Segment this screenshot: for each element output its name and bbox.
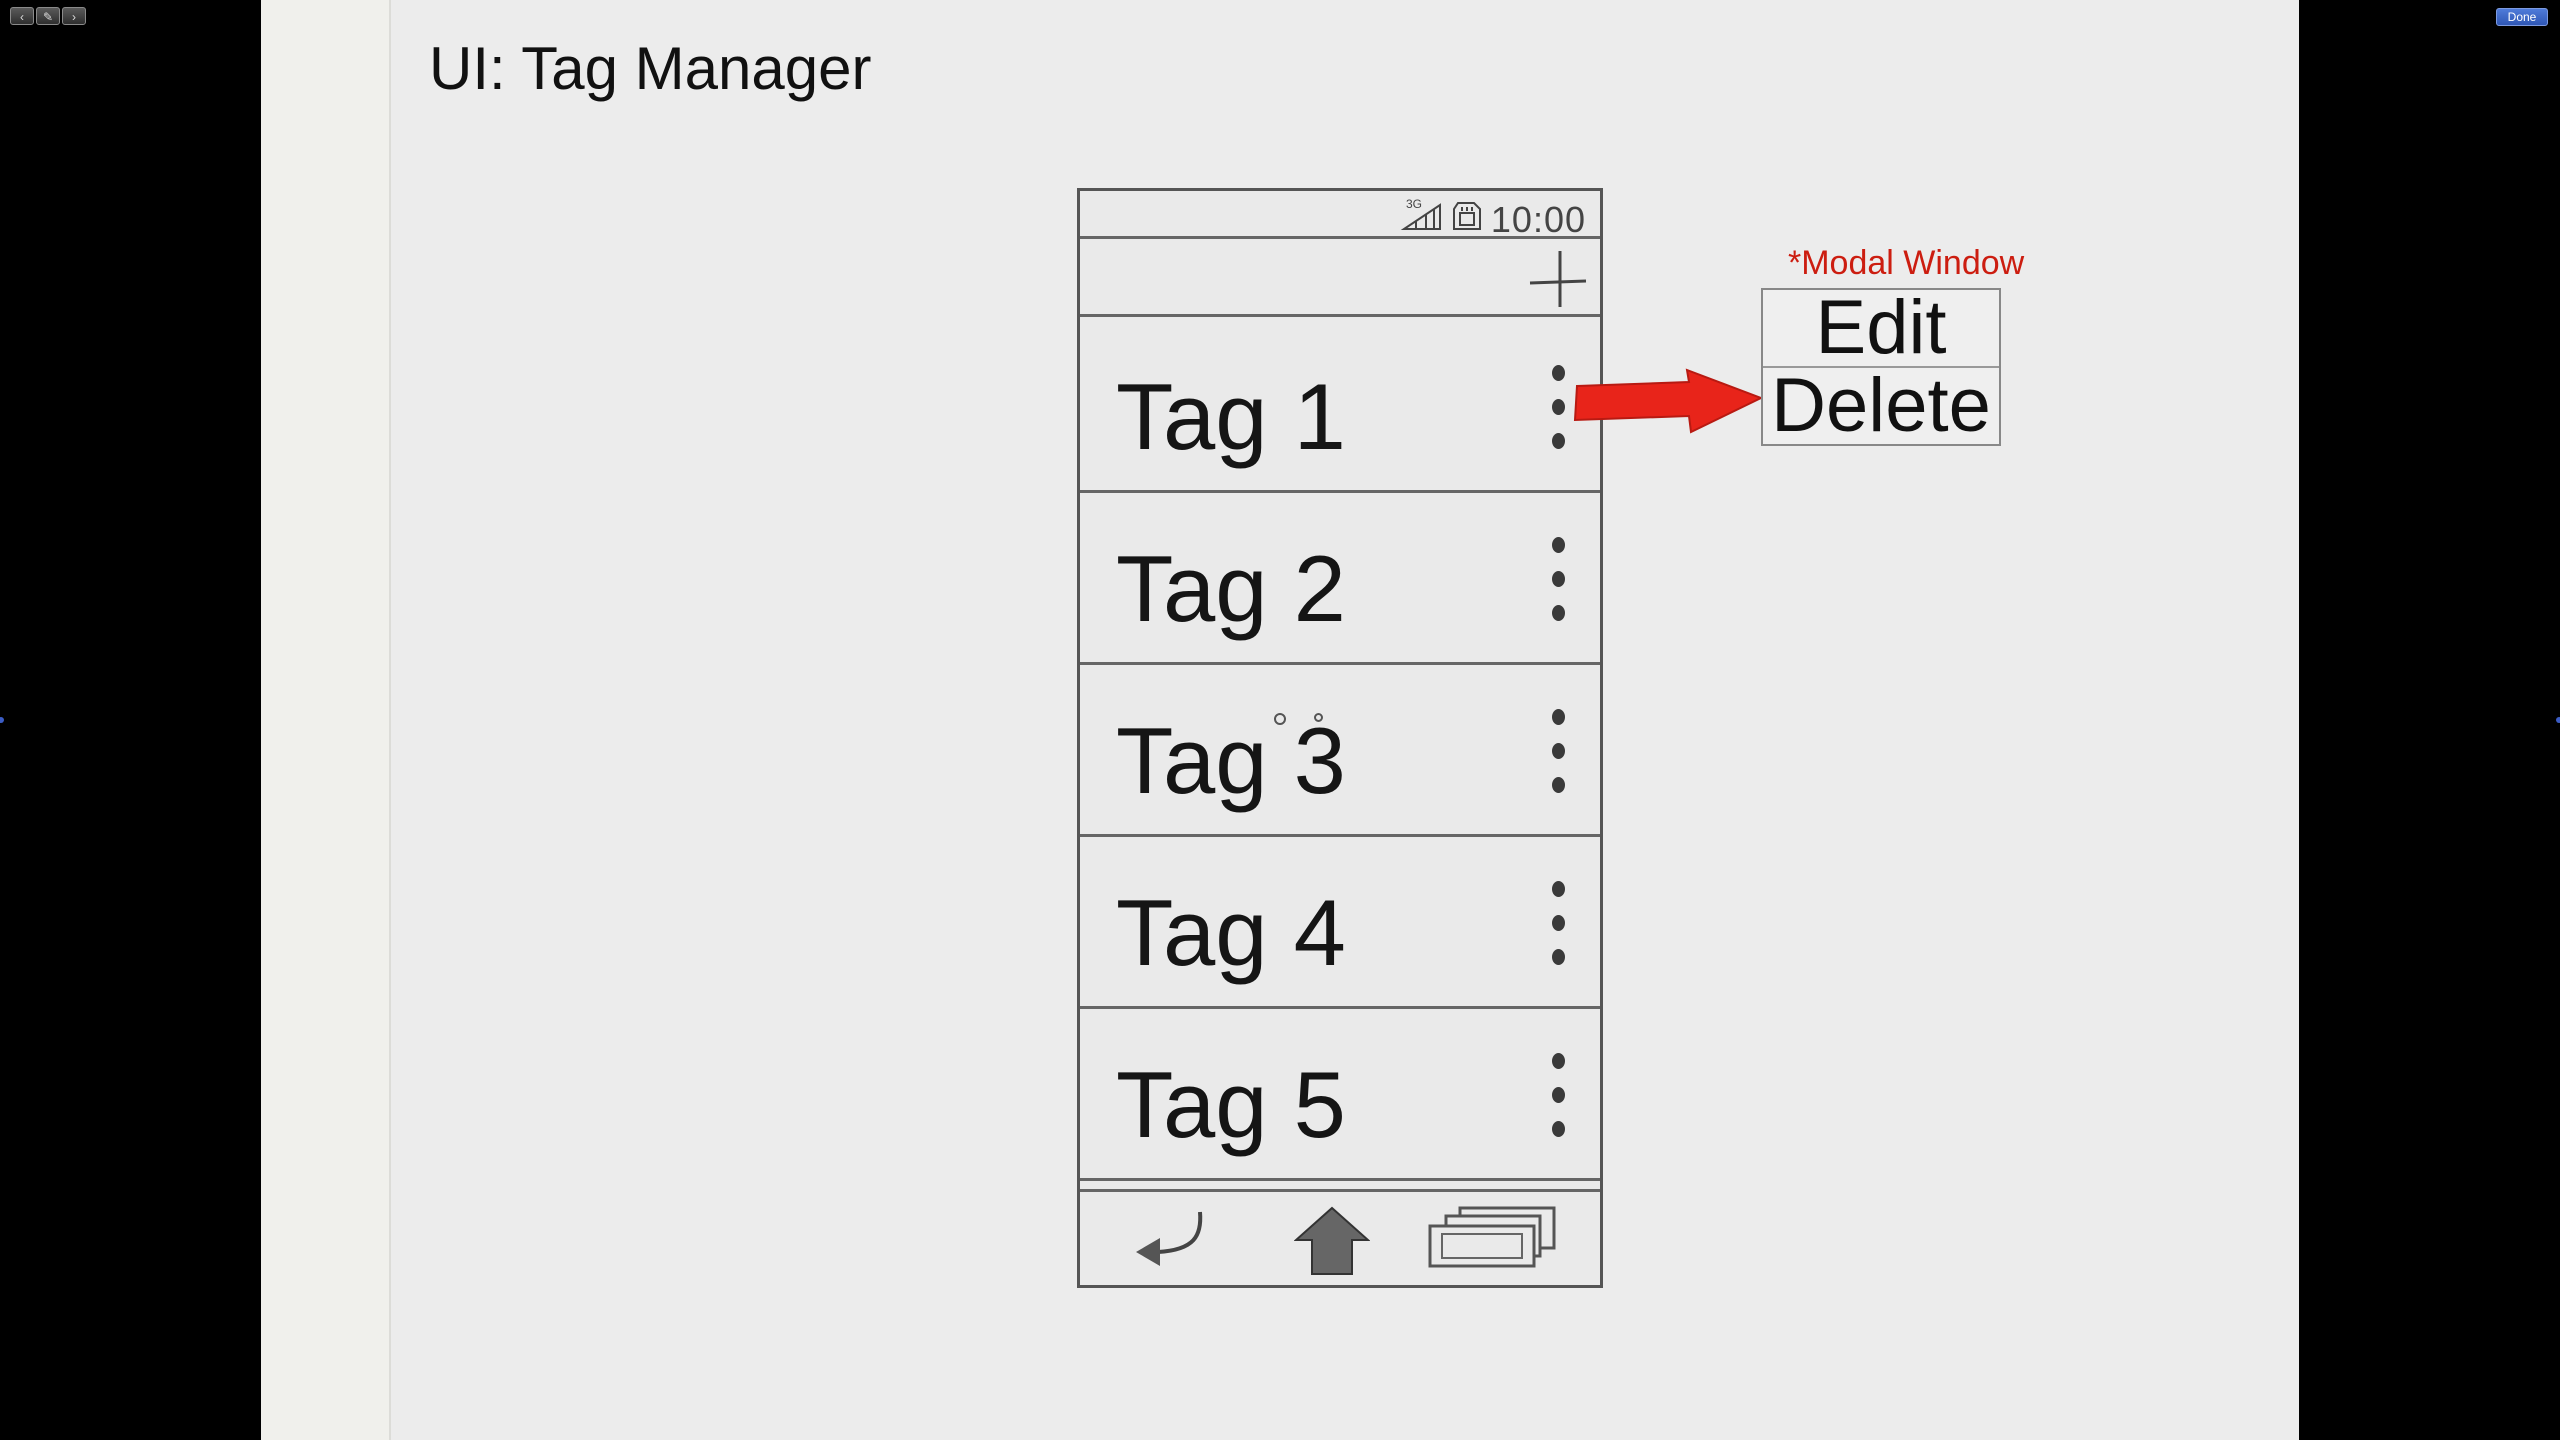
back-arrow-icon[interactable] [1128, 1206, 1212, 1270]
left-edge-marker [0, 717, 4, 723]
next-slide-button[interactable]: › [62, 7, 86, 25]
tag-row-2[interactable]: Tag 2 [1080, 493, 1600, 665]
viewer-nav-controls: ‹ ✎ › [10, 7, 86, 25]
status-bar: 3G 10:00 [1080, 191, 1600, 240]
slide-title: UI: Tag Manager [429, 35, 872, 102]
tag-row-5[interactable]: Tag 5 [1080, 1009, 1600, 1181]
tag-row-3[interactable]: Tag 3 [1080, 665, 1600, 837]
more-vertical-icon[interactable] [1548, 365, 1568, 465]
more-vertical-icon[interactable] [1548, 1053, 1568, 1153]
tag-row-1[interactable]: Tag 1 [1080, 321, 1600, 493]
cursor-marker [1274, 713, 1286, 725]
more-vertical-icon[interactable] [1548, 881, 1568, 981]
modal-window: Edit Delete [1761, 288, 2001, 446]
tag-label: Tag 3 [1116, 708, 1346, 813]
done-button[interactable]: Done [2496, 8, 2548, 26]
pencil-icon: ✎ [42, 10, 54, 24]
modal-annotation: *Modal Window [1788, 244, 2025, 282]
chevron-right-icon: › [72, 10, 76, 24]
presentation-viewer: ‹ ✎ › Done UI: Tag Manager 3G 10:00 Tag … [0, 0, 2560, 1440]
paper-margin [261, 0, 391, 1440]
cursor-marker [1314, 713, 1323, 722]
tag-label: Tag 1 [1116, 364, 1346, 469]
action-bar [1080, 239, 1600, 317]
phone-sketch: 3G 10:00 Tag 1 Tag 2 Tag 3 Tag 4 Tag 5 [1077, 188, 1603, 1288]
edit-menu-item[interactable]: Edit [1763, 290, 1999, 366]
recent-apps-icon[interactable] [1426, 1206, 1558, 1270]
right-edge-marker [2556, 717, 2560, 723]
previous-slide-button[interactable]: ‹ [10, 7, 34, 25]
home-icon[interactable] [1294, 1206, 1370, 1276]
chevron-left-icon: ‹ [20, 10, 24, 24]
status-time: 10:00 [1490, 199, 1586, 240]
tag-label: Tag 2 [1116, 536, 1346, 641]
more-vertical-icon[interactable] [1548, 709, 1568, 809]
signal-3g-icon: 3G [1400, 197, 1441, 230]
tag-label: Tag 5 [1116, 1052, 1346, 1157]
delete-menu-item[interactable]: Delete [1763, 366, 1999, 444]
sd-card-icon [1453, 202, 1481, 230]
tag-row-4[interactable]: Tag 4 [1080, 837, 1600, 1009]
tag-label: Tag 4 [1116, 880, 1346, 985]
tools-button[interactable]: ✎ [36, 7, 60, 25]
more-vertical-icon[interactable] [1548, 537, 1568, 637]
plus-icon[interactable] [1524, 245, 1590, 311]
svg-text:3G: 3G [1406, 197, 1422, 211]
bottom-navigation-bar [1080, 1189, 1600, 1285]
pointer-arrow-icon [1573, 368, 1764, 434]
tag-list: Tag 1 Tag 2 Tag 3 Tag 4 Tag 5 [1080, 321, 1600, 1181]
